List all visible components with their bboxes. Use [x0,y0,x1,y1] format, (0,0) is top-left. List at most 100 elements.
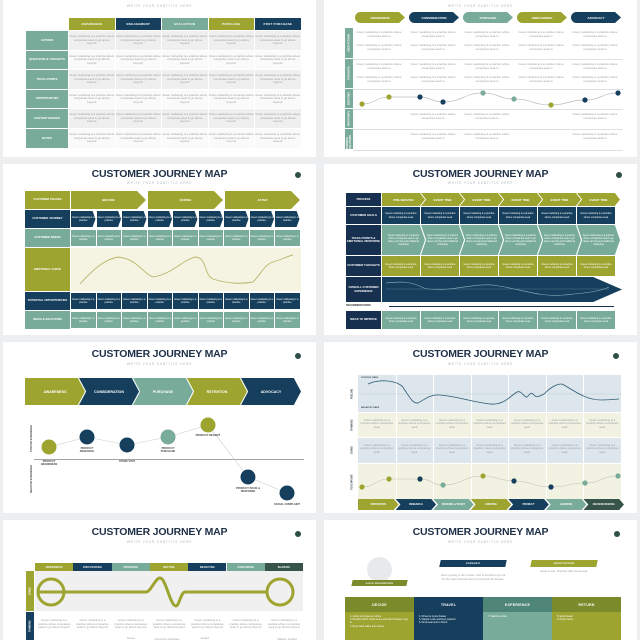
phase-column-body: 8. Exits theater 9. Drives home [552,612,621,640]
touchpoint-marker [548,484,554,490]
phase-column-body: 4. Drives to movie theater 5. Stands in l… [414,612,483,640]
table-cell: Green marketing is a practice where comp… [115,50,161,70]
slide-2-thumbnail[interactable]: WRITE YOUR SUBTITLE HERE AWARENESS CONSID… [324,0,637,157]
experience-chart [41,417,295,501]
row-header: CONTENT NEEDED [26,109,68,128]
feeling-curve-chart [359,380,621,490]
expectations-label: EXPECTATIONS [530,560,598,567]
touchpoint-marker [41,439,57,455]
table-cell: Green marketing is a practice where comp… [69,109,115,128]
touchpoint-marker [240,469,256,485]
table-cell: Green marketing is a practice where comp… [255,89,301,109]
idea-cell: Green marketing is a practice where comp… [382,311,420,329]
slide-5-thumbnail[interactable]: CUSTOMER JOURNEY MAP WRITE YOUR SUBTITLE… [3,342,316,513]
table-cell: Green marketing is a practice where comp… [255,70,301,89]
flow-line [38,576,267,608]
idea-cell: Green marketing is a practice where comp… [577,311,615,329]
slide-6-thumbnail[interactable]: CUSTOMER JOURNEY MAP WRITE YOUR SUBTITLE… [324,342,637,513]
page-number-badge [614,531,620,537]
slide-7-thumbnail[interactable]: CUSTOMER JOURNEY MAP WRITE YOUR SUBTITLE… [3,520,316,640]
table-cell: Green marketing is a practice where comp… [115,31,161,50]
table-cell: Green marketing is a practice where comp… [69,50,115,70]
table-cell: Green marketing is a practice where comp… [208,89,254,109]
touchpoint-label: PRODUCT RECEIPT [195,434,221,437]
row-header: NOTES [26,129,68,148]
column-header: ENGAGEMENT [115,18,161,30]
table-cell: Green marketing is a practice where comp… [115,70,161,89]
slide-8-thumbnail[interactable]: CUSTOMER JOURNEY MAP WRITE YOUR SUBTITLE… [324,520,637,640]
touchpoint-marker [279,485,295,501]
emotion-point [386,94,392,100]
touchpoint-marker [119,437,135,453]
phase-column-header: RETURN [552,597,621,612]
idea-cell: Green marketing is a practice where comp… [499,311,537,329]
touchpoint-marker [200,417,216,433]
table-cell: Green marketing is a practice where comp… [208,50,254,70]
slide-subtitle: WRITE YOUR SUBTITLE HERE [447,540,514,544]
row-header: TOUCH POINTS [26,70,68,89]
table-cell: Green marketing is a practice where comp… [208,70,254,89]
emotional-curve-chart [79,254,294,285]
column-header: POST PURCHASE [255,18,301,30]
touchpoint-label: SOCIAL COMPLAINT [274,503,300,506]
table-cell: Green marketing is a practice where comp… [255,50,301,70]
phase-column-header: DECIDE [345,597,414,612]
touchpoint-label: PRODUCT AWARENESS [40,460,58,467]
idea-cell: Green marketing is a practice where comp… [421,311,459,329]
emotion-point [615,90,621,96]
slide-3-thumbnail[interactable]: CUSTOMER JOURNEY MAP WRITE YOUR SUBTITLE… [3,164,316,335]
touchpoint-marker [511,478,517,484]
emotional-curve-line [79,254,294,285]
slide-title: CUSTOMER JOURNEY MAP [412,526,549,538]
touchpoint-marker [582,480,588,486]
row-header: QUESTIONS & THOUGHTS [26,50,68,70]
slide-1-thumbnail[interactable]: WRITE YOUR SUBTITLE HERE AWARENESS ENGAGE… [3,0,316,157]
emotion-point [359,101,365,107]
table-cell: Green marketing is a practice where comp… [69,31,115,50]
row-header: IDEAS TO IMPROVE [346,311,381,329]
table-cell: Green marketing is a practice where comp… [208,31,254,50]
column-header: PURCHASE [208,18,254,30]
persona-avatar [367,557,392,582]
touchpoint-label: STORE VISIT [118,460,136,463]
row-header: ACTIONS [26,31,68,50]
touchpoint-line [361,475,619,488]
table-cell: Green marketing is a practice where comp… [69,129,115,148]
touchpoint-marker [615,473,621,479]
table-cell: Green marketing is a practice where comp… [208,129,254,148]
phase-step: 6. Finds seat next to friend [419,621,448,625]
expectations-text: Great movie. Friendly staff. Good seat. [540,569,588,574]
phase-step: 7. Watches movie [488,615,507,618]
phase-column-body: 1. Looks up movies on phone 2. Decides wh… [345,612,414,640]
experience-wave [385,281,610,296]
doing-flow-path [36,576,295,608]
emotion-point [417,94,423,100]
touchpoint-marker [417,476,423,482]
emotion-point [511,96,517,102]
table-cell: Green marketing is a practice where comp… [162,109,208,128]
touchpoint-label: PRODUCT ISSUE & RESPONSE [236,487,260,494]
emotion-line-chart [359,90,621,108]
column-header: EVALUATION [162,18,208,30]
slide-4-thumbnail[interactable]: CUSTOMER JOURNEY MAP WRITE YOUR SUBTITLE… [324,164,637,335]
slide-subtitle: WRITE YOUR SUBTITLE HERE [126,4,193,8]
recommendations-label: RECOMMENDATIONS [346,304,371,307]
table-cell: Green marketing is a practice where comp… [69,89,115,109]
table-cell: Green marketing is a practice where comp… [255,129,301,148]
phase-step: 9. Drives home [557,618,574,622]
experience-line [385,281,610,296]
scenario-label: SCENARIO [439,560,507,567]
recommendations-divider [389,306,614,307]
touchpoint-label: PRODUCT RESEARCH [79,447,95,454]
scenario-text: Alice is going to the movies. She is exc… [440,572,506,581]
touchpoint-marker [160,429,176,445]
idea-cell: Green marketing is a practice where comp… [460,311,498,329]
table-cell: Green marketing is a practice where comp… [115,129,161,148]
feeling-curve [367,380,620,405]
touchpoint-marker [440,482,446,488]
touchpoint-marker [79,429,95,445]
touchpoint-marker [386,476,392,482]
phase-step: 3. Buys ticket online from phone [350,624,385,628]
touchpoint-label: PRODUCT PURCHASE [160,447,176,454]
table-cell: Green marketing is a practice where comp… [162,70,208,89]
